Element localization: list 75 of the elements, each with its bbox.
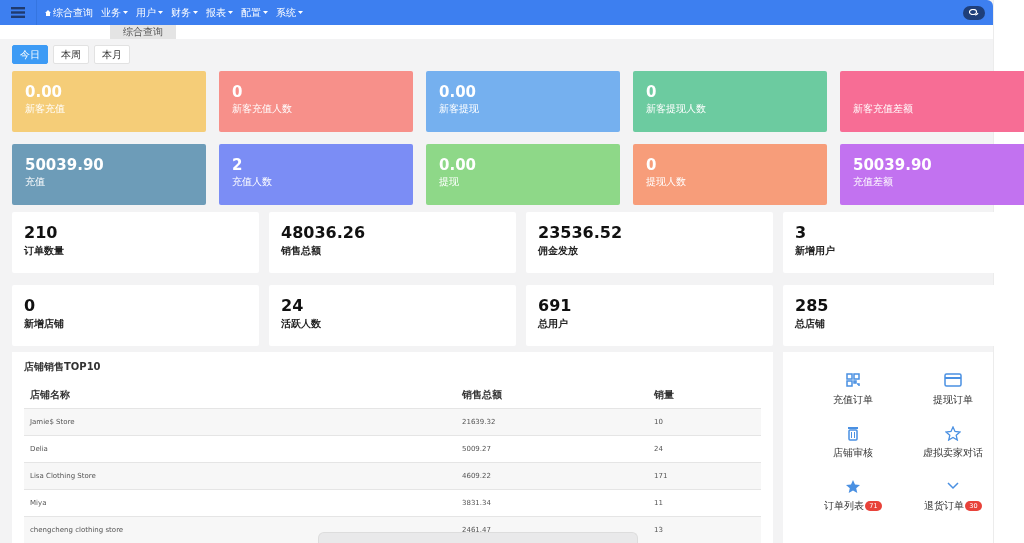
stat-label: 充值 bbox=[25, 175, 45, 189]
star-outline-icon bbox=[945, 425, 961, 441]
star-icon bbox=[845, 478, 861, 494]
stat-label: 提现 bbox=[439, 175, 459, 189]
stat-value: 0.00 bbox=[439, 83, 476, 101]
stat-label: 总用户 bbox=[538, 317, 568, 331]
stat-value: 50039.90 bbox=[853, 156, 932, 174]
stat-value: 691 bbox=[538, 296, 572, 315]
stat-value: 285 bbox=[795, 296, 829, 315]
caret-icon bbox=[193, 11, 198, 14]
stat-label: 销售总额 bbox=[281, 244, 321, 258]
stat-label: 活跃人数 bbox=[281, 317, 321, 331]
stat-value: 23536.52 bbox=[538, 223, 622, 242]
period-button[interactable]: 本周 bbox=[53, 45, 89, 64]
menu-icon bbox=[11, 7, 25, 18]
nav-menu-item[interactable]: 报表 bbox=[206, 5, 233, 20]
stat-value: 210 bbox=[24, 223, 58, 242]
shortcut-label: 退货订单 bbox=[924, 499, 965, 513]
shortcut-label: 订单列表 bbox=[824, 499, 865, 513]
stat-label: 新增店铺 bbox=[24, 317, 64, 331]
stat-label: 新客提现人数 bbox=[646, 102, 706, 116]
stat-label: 总店铺 bbox=[795, 317, 825, 331]
stat-label: 充值人数 bbox=[232, 175, 272, 189]
stat-value: 0.00 bbox=[25, 83, 62, 101]
stat-value: 50039.90 bbox=[25, 156, 104, 174]
qr-code-icon bbox=[846, 373, 860, 387]
stat-value: 24 bbox=[281, 296, 304, 315]
column-header: 销售总额 bbox=[456, 382, 648, 409]
stat-value: 3 bbox=[795, 223, 807, 242]
shortcut-link[interactable]: 店铺审核 bbox=[803, 425, 903, 470]
credit-card-icon bbox=[944, 373, 962, 387]
page-tab[interactable]: 综合查询 bbox=[110, 25, 176, 39]
caret-icon bbox=[158, 11, 163, 14]
stat-value: 0 bbox=[646, 83, 657, 101]
shortcut-link[interactable]: 提现订单 bbox=[903, 372, 1003, 417]
chevron-down-icon bbox=[947, 482, 959, 490]
stat-value: 0 bbox=[24, 296, 36, 315]
stat-value: 0 bbox=[232, 83, 243, 101]
shortcut-link[interactable]: 充值订单 bbox=[803, 372, 903, 417]
shortcut-label: 提现订单 bbox=[933, 393, 973, 407]
period-button[interactable]: 本月 bbox=[94, 45, 130, 64]
nav-menu-item[interactable]: 配置 bbox=[241, 5, 268, 20]
panel-title: 店铺销售TOP10 bbox=[24, 360, 102, 374]
caret-icon bbox=[298, 11, 303, 14]
stat-label: 新增用户 bbox=[795, 244, 835, 258]
stat-label: 新客提现 bbox=[439, 102, 479, 116]
stat-label: 佣金发放 bbox=[538, 244, 578, 258]
stat-label: 提现人数 bbox=[646, 175, 686, 189]
shortcut-link[interactable]: 虚拟卖家对话 bbox=[903, 425, 1003, 470]
stat-label: 订单数量 bbox=[24, 244, 64, 258]
column-header: 店铺名称 bbox=[24, 382, 456, 409]
stat-label: 充值差额 bbox=[853, 175, 893, 189]
shortcut-label: 店铺审核 bbox=[833, 446, 873, 460]
caret-icon bbox=[263, 11, 268, 14]
nav-menu-item[interactable]: 财务 bbox=[171, 5, 198, 20]
stat-label: 新客充值人数 bbox=[232, 102, 292, 116]
nav-menu-item[interactable]: 业务 bbox=[101, 5, 128, 20]
caret-icon bbox=[228, 11, 233, 14]
nav-menu-item[interactable]: 系统 bbox=[276, 5, 303, 20]
stat-value: 2 bbox=[232, 156, 243, 174]
shortcut-label: 虚拟卖家对话 bbox=[923, 446, 983, 460]
stat-label: 新客充值差额 bbox=[853, 102, 913, 116]
nav-menu-item[interactable]: 综合查询 bbox=[45, 5, 93, 20]
trash-icon bbox=[847, 425, 859, 441]
stat-label: 新客充值 bbox=[25, 102, 65, 116]
caret-icon bbox=[123, 11, 128, 14]
nav-menu-item[interactable]: 用户 bbox=[136, 5, 163, 20]
stat-value: 48036.26 bbox=[281, 223, 365, 242]
chat-button[interactable] bbox=[963, 5, 985, 20]
column-header: 销量 bbox=[648, 382, 761, 409]
chat-icon bbox=[969, 8, 979, 17]
stat-value: 0.00 bbox=[439, 156, 476, 174]
stat-value: 0 bbox=[646, 156, 657, 174]
home-icon bbox=[45, 9, 51, 16]
shortcut-label: 充值订单 bbox=[833, 393, 873, 407]
